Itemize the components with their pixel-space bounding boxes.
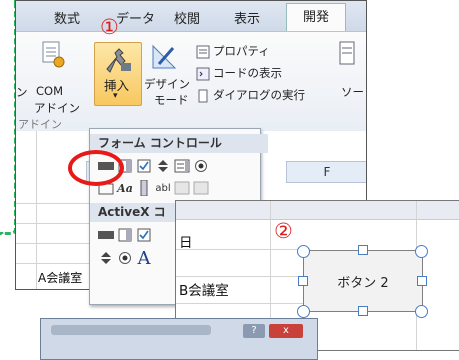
insert-dropdown-arrow: ▾ xyxy=(113,91,118,101)
view-code-label[interactable]: コードの表示 xyxy=(213,65,282,81)
activex-spin-icon[interactable] xyxy=(98,250,114,266)
properties-label[interactable]: プロパティ xyxy=(213,43,270,59)
resize-handle[interactable] xyxy=(358,306,368,316)
gridline xyxy=(36,131,37,289)
text-field-icon[interactable]: abl xyxy=(155,180,171,196)
form-button-label: ボタン 2 xyxy=(337,275,389,291)
tab-data[interactable]: データ xyxy=(116,8,155,27)
resize-handle[interactable] xyxy=(297,245,310,258)
scroll-bar-icon[interactable] xyxy=(136,180,152,196)
com-label[interactable]: COM xyxy=(36,84,63,98)
addin-label[interactable]: アドイン xyxy=(34,100,80,116)
label-control-icon[interactable]: Aa xyxy=(117,180,133,196)
insert-button[interactable]: 挿入 ▾ xyxy=(94,42,142,106)
resize-handle[interactable] xyxy=(358,245,368,255)
form-button[interactable]: ボタン 2 xyxy=(303,250,423,312)
dialog-help-button[interactable]: ? xyxy=(243,324,265,338)
column-header-f[interactable]: F xyxy=(286,161,366,183)
combo-list-edit-icon[interactable] xyxy=(174,180,190,196)
run-dialog-label[interactable]: ダイアログの実行 xyxy=(213,87,305,103)
ribbon-developer: ン COM アドイン アドイン 挿入 ▾ デザイン モード プロパティ コードの… xyxy=(16,31,366,132)
design-mode-icon xyxy=(149,42,179,72)
tab-formulas[interactable]: 数式 xyxy=(54,8,80,27)
ribbon-tab-bar: 数式 データ 校閲 表示 開発 xyxy=(16,1,366,34)
highlight-ellipse xyxy=(68,150,124,186)
design-label-1[interactable]: デザイン xyxy=(144,76,190,92)
form-controls-row-2: Aa abl xyxy=(98,179,209,197)
source-icon xyxy=(338,40,358,68)
activex-controls-row-1 xyxy=(98,226,152,244)
tab-developer[interactable]: 開発 xyxy=(286,3,346,34)
resize-handle[interactable] xyxy=(415,305,428,318)
source-label[interactable]: ソー xyxy=(341,84,364,100)
gridline xyxy=(176,303,310,304)
list-box-icon[interactable] xyxy=(174,158,190,174)
properties-icon xyxy=(196,44,210,63)
com-addin-icon xyxy=(41,40,65,70)
cell-day[interactable]: 日 xyxy=(179,231,193,251)
option-button-icon[interactable] xyxy=(193,158,209,174)
checkbox-control-icon[interactable] xyxy=(136,158,152,174)
activex-combo-icon[interactable] xyxy=(117,227,133,243)
gridline xyxy=(176,276,310,277)
dialog-close-button[interactable]: x xyxy=(269,324,303,338)
tab-review[interactable]: 校閲 xyxy=(174,8,200,27)
partial-label-n: ン xyxy=(16,85,28,99)
dialog-title-blur xyxy=(51,325,211,335)
run-dialog-icon xyxy=(196,88,210,107)
activex-label-icon[interactable]: A xyxy=(136,248,152,269)
design-label-2[interactable]: モード xyxy=(154,92,189,108)
marker-two: ② xyxy=(274,219,293,243)
tab-view[interactable]: 表示 xyxy=(234,8,260,27)
resize-handle[interactable] xyxy=(415,245,428,258)
view-code-icon xyxy=(196,66,210,85)
activex-button-icon[interactable] xyxy=(98,227,114,243)
form-controls-title: フォーム コントロール xyxy=(90,134,268,153)
dialog-window: ? x xyxy=(40,318,318,360)
combo-dropdown-edit-icon[interactable] xyxy=(193,180,209,196)
activex-controls-row-2: A xyxy=(98,248,152,269)
resize-handle[interactable] xyxy=(298,276,308,286)
gridline xyxy=(176,249,310,250)
cell-room-b[interactable]: B会議室 xyxy=(179,279,229,299)
activex-checkbox-icon[interactable] xyxy=(136,227,152,243)
activex-option-icon[interactable] xyxy=(117,250,133,266)
cell-room-a[interactable]: A会議室 xyxy=(38,269,82,286)
resize-handle[interactable] xyxy=(417,276,427,286)
marker-one: ① xyxy=(100,15,119,39)
spin-button-icon[interactable] xyxy=(155,158,171,174)
resize-handle[interactable] xyxy=(297,305,310,318)
toolbox-icon xyxy=(101,45,135,79)
addin-group-label: アドイン xyxy=(18,118,62,131)
